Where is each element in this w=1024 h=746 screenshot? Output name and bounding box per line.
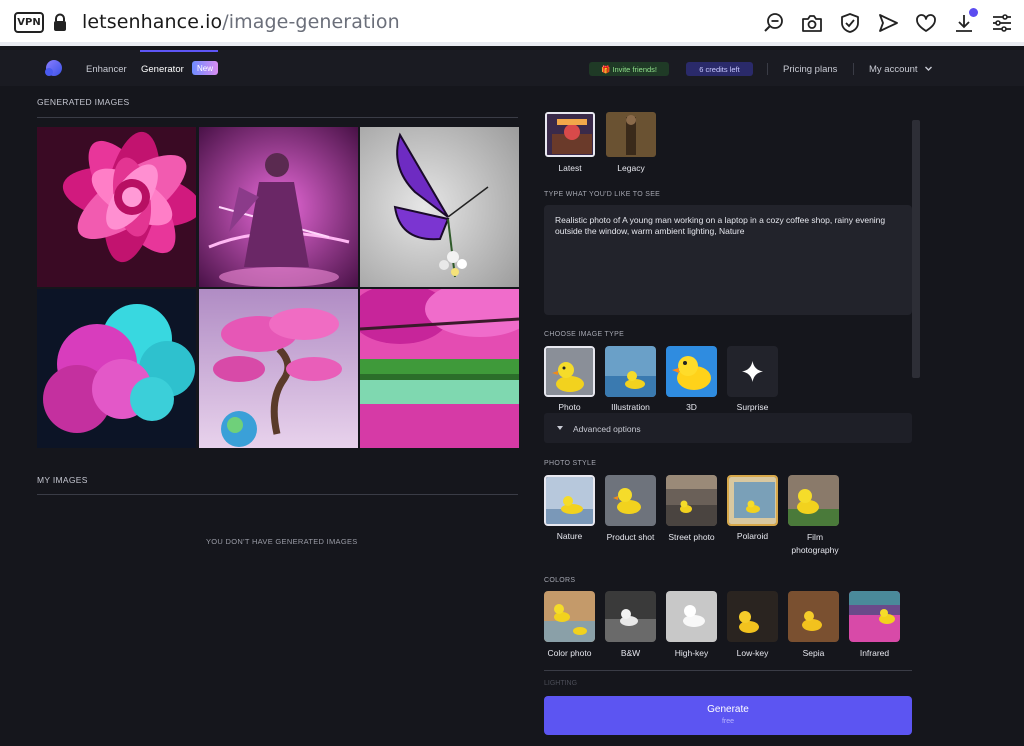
color-option-low-key[interactable] [727, 591, 778, 642]
color-option-color-photo-label: Color photo [547, 648, 592, 658]
color-option-high-key[interactable] [666, 591, 717, 642]
photo-style-film-photography[interactable] [788, 475, 839, 526]
section-divider [37, 494, 518, 495]
color-option-infrared[interactable] [849, 591, 900, 642]
letsenhance-logo[interactable] [44, 59, 64, 77]
generated-image-purple-butterfly[interactable] [360, 127, 519, 287]
empty-images-message: YOU DON'T HAVE GENERATED IMAGES [206, 537, 358, 546]
lighting-label: LIGHTING [544, 680, 578, 687]
generated-image-pink-flower[interactable] [37, 127, 196, 287]
model-legacy-label: Legacy [617, 163, 645, 173]
model-legacy-thumbnail[interactable] [606, 112, 656, 157]
my-images-title: MY IMAGES [37, 475, 88, 485]
camera-icon[interactable] [801, 12, 823, 34]
url-host: letsenhance.io [82, 11, 223, 33]
section-divider [544, 670, 912, 671]
nav-my-account[interactable]: My account [869, 64, 918, 75]
lock-icon [54, 13, 66, 31]
generate-button-label: Generate [707, 704, 749, 715]
vpn-badge[interactable]: VPN [14, 12, 44, 33]
photo-style-polaroid[interactable] [727, 475, 778, 526]
generate-button-sublabel: free [721, 718, 735, 725]
model-latest-thumbnail[interactable] [545, 112, 595, 157]
generated-image-pink-forest-lake[interactable] [360, 289, 519, 448]
image-type-surprise[interactable] [727, 346, 778, 397]
photo-style-street-photo-label: Street photo [668, 532, 715, 542]
section-divider [37, 117, 518, 118]
chevron-down-icon[interactable] [924, 64, 933, 73]
photo-style-street-photo[interactable] [666, 475, 717, 526]
app-navbar: Enhancer Generator New 🎁 Invite friends!… [0, 50, 1024, 86]
color-option-low-key-label: Low-key [736, 648, 769, 658]
prompt-label: TYPE WHAT YOU'D LIKE TO SEE [544, 191, 661, 198]
photo-style-product-shot-label: Product shot [606, 532, 655, 542]
shield-check-icon[interactable] [839, 12, 861, 34]
color-option-bw-label: B&W [620, 648, 641, 658]
image-type-3d[interactable] [666, 346, 717, 397]
photo-style-polaroid-label: Polaroid [736, 531, 769, 541]
color-option-infrared-label: Infrared [859, 648, 890, 658]
generated-image-pink-cyan-cloud[interactable] [37, 289, 196, 448]
zoom-out-icon[interactable] [763, 12, 785, 34]
caret-down-icon [557, 426, 563, 430]
address-bar[interactable]: letsenhance.io/image-generation [82, 11, 400, 33]
nav-divider [767, 63, 768, 75]
heart-icon[interactable] [915, 12, 937, 34]
photo-style-film-photography-label: Film photography [791, 532, 839, 555]
active-tab-indicator [140, 50, 218, 52]
generated-image-pink-bonsai[interactable] [199, 289, 358, 448]
nav-pricing-plans[interactable]: Pricing plans [783, 64, 837, 75]
image-type-3d-label: 3D [686, 402, 697, 412]
panel-scrollbar[interactable] [912, 120, 920, 378]
download-notification-dot [969, 8, 978, 17]
image-type-illustration-label: Illustration [611, 402, 650, 412]
image-type-photo[interactable] [544, 346, 595, 397]
credits-badge[interactable]: 6 credits left [686, 62, 753, 76]
photo-style-nature[interactable] [544, 475, 595, 526]
image-type-surprise-label: Surprise [736, 402, 769, 412]
generate-button[interactable] [544, 696, 912, 735]
image-type-label: CHOOSE IMAGE TYPE [544, 331, 625, 338]
image-type-photo-label: Photo [558, 402, 581, 412]
color-option-sepia-label: Sepia [802, 648, 825, 658]
settings-sliders-icon[interactable] [991, 12, 1013, 34]
browser-toolbar: VPN letsenhance.io/image-generation [0, 0, 1024, 46]
color-option-color-photo[interactable] [544, 591, 595, 642]
colors-label: COLORS [544, 577, 576, 584]
sparkle-icon [742, 361, 763, 382]
advanced-options-label: Advanced options [573, 424, 641, 434]
prompt-input[interactable]: Realistic photo of A young man working o… [544, 205, 912, 315]
image-type-illustration[interactable] [605, 346, 656, 397]
color-option-bw[interactable] [605, 591, 656, 642]
new-badge: New [192, 61, 218, 75]
photo-style-product-shot[interactable] [605, 475, 656, 526]
send-icon[interactable] [877, 12, 899, 34]
photo-style-label: PHOTO STYLE [544, 460, 597, 467]
photo-style-nature-label: Nature [556, 531, 583, 541]
color-option-sepia[interactable] [788, 591, 839, 642]
generated-images-title: GENERATED IMAGES [37, 97, 130, 107]
model-latest-label: Latest [558, 163, 582, 173]
nav-enhancer[interactable]: Enhancer [86, 64, 127, 75]
nav-generator[interactable]: Generator [141, 64, 184, 75]
color-option-high-key-label: High-key [674, 648, 709, 658]
generated-image-pink-warrior[interactable] [199, 127, 358, 287]
nav-divider [853, 63, 854, 75]
invite-friends-button[interactable]: 🎁 Invite friends! [589, 62, 669, 76]
url-path: /image-generation [222, 11, 400, 33]
